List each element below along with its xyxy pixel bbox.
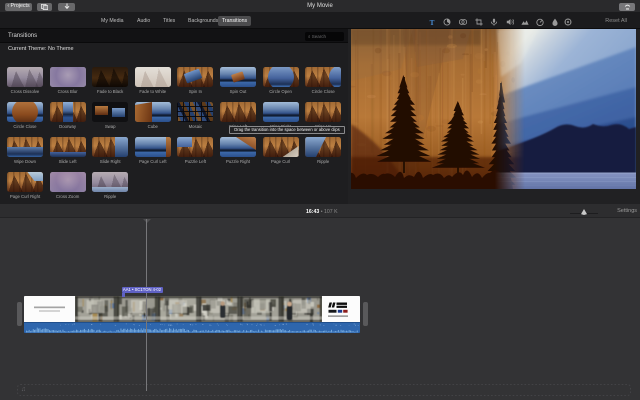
svg-text:T: T xyxy=(430,18,435,25)
